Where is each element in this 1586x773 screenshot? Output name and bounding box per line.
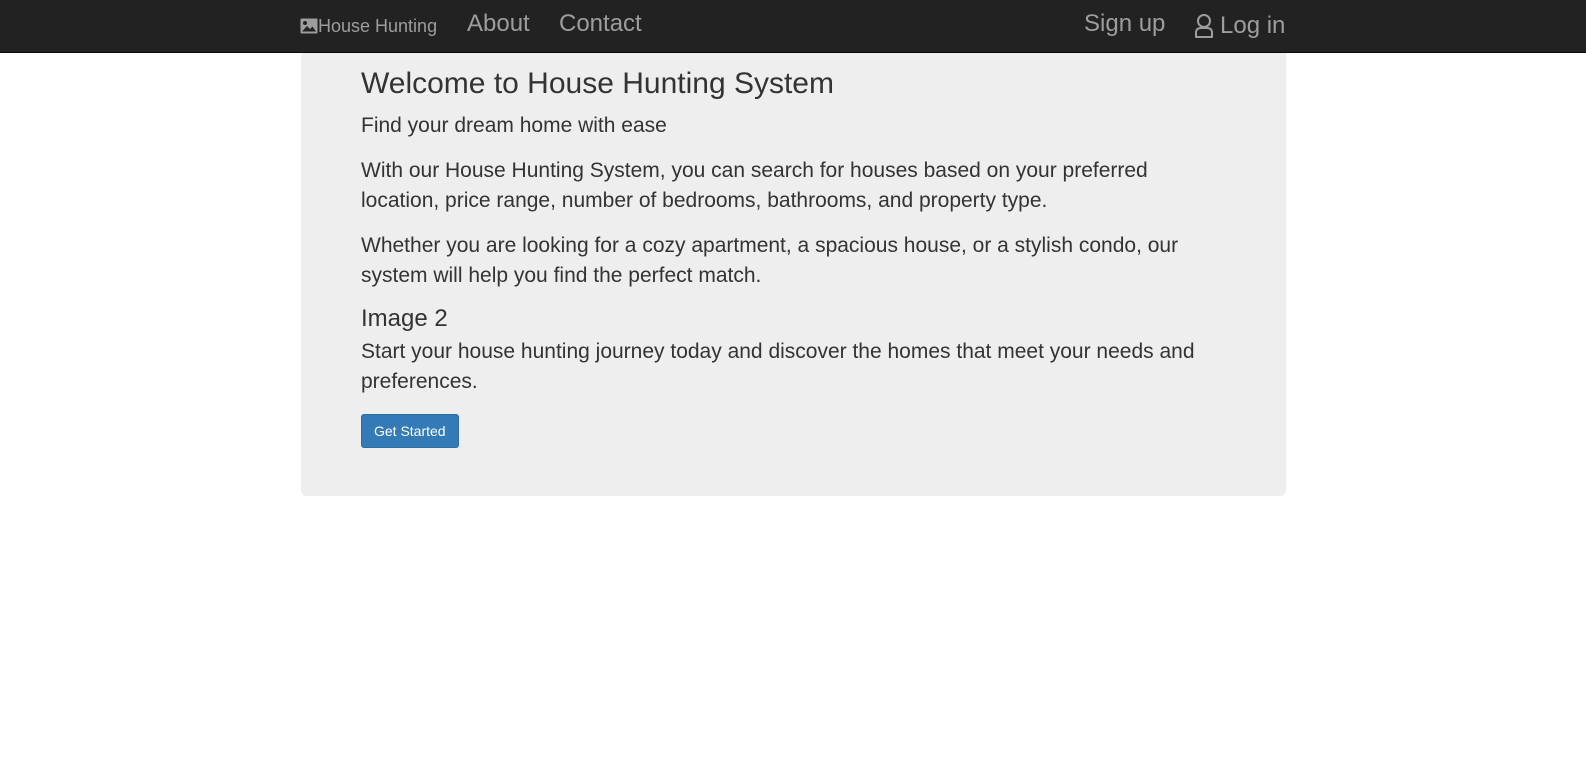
hero-paragraph-types: Whether you are looking for a cozy apart…: [361, 234, 1179, 287]
nav-about-link[interactable]: About: [467, 10, 530, 38]
nav-login-link[interactable]: Log in: [1194, 12, 1285, 40]
broken-image-alt: Image 2: [361, 305, 448, 332]
nav-contact-link[interactable]: Contact: [559, 10, 642, 38]
user-icon: [1194, 13, 1214, 39]
hero-subtitle: Find your dream home with ease: [361, 114, 667, 137]
brand-label: House Hunting: [318, 15, 438, 36]
image-icon: [300, 17, 318, 35]
navbar: House Hunting About Contact Sign up Log …: [0, 0, 1586, 53]
page-title: Welcome to House Hunting System: [361, 67, 834, 100]
brand-link[interactable]: House Hunting: [300, 14, 437, 38]
hero-panel: Welcome to House Hunting System Find you…: [301, 53, 1286, 496]
get-started-button[interactable]: Get Started: [361, 414, 459, 448]
login-label: Log in: [1220, 12, 1286, 39]
nav-signup-link[interactable]: Sign up: [1084, 10, 1165, 38]
hero-paragraph-search: With our House Hunting System, you can s…: [361, 159, 1148, 212]
hero-paragraph-cta: Start your house hunting journey today a…: [361, 340, 1195, 393]
